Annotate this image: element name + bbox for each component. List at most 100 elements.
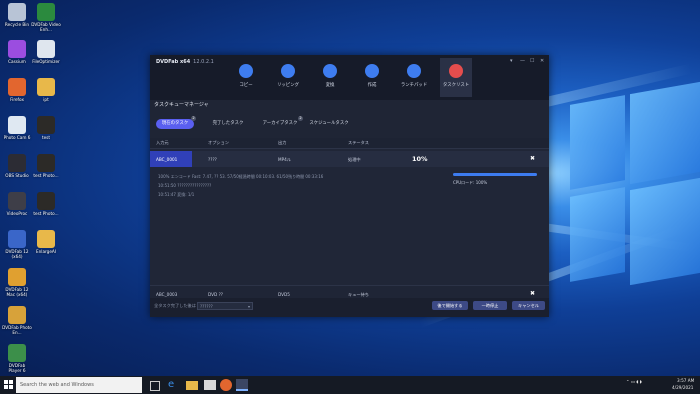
maximize-button[interactable]: ☐ [530, 58, 534, 64]
file-explorer-icon[interactable] [186, 381, 198, 390]
toolbar-ripper-tool[interactable]: リッピング [272, 64, 304, 88]
windows-start-icon[interactable] [4, 380, 14, 390]
log-line: 10:51:47 変換: 1/1 [158, 192, 195, 197]
toolbar-label: ランチパッド [400, 83, 428, 88]
test-image-shortcut[interactable]: test [31, 116, 61, 140]
launchpad-tool-icon [407, 64, 421, 78]
dvdfab-12-shortcut[interactable]: DVDFab 12 (x64) [2, 230, 32, 259]
log-line: 100% エンコード Fast: 7.47, ?? 53. 57/50経過時間 … [158, 174, 324, 179]
task-view-icon[interactable] [150, 381, 160, 391]
edge-icon[interactable]: e [168, 379, 180, 391]
menu-dropdown-button[interactable]: ▾ [510, 58, 513, 64]
fileoptimizer-shortcut[interactable]: FileOptimizer [31, 40, 61, 64]
photo-cam-shortcut[interactable]: Photo Cam 6 [2, 116, 32, 140]
cancel-button[interactable]: キャンセル [512, 301, 545, 310]
column-header-output: 出力 [278, 140, 287, 145]
store-icon[interactable] [204, 380, 216, 390]
test-photo-shortcut[interactable]: test Photo... [31, 192, 61, 216]
shortcut-label: DVDFab 12 (x64) [5, 249, 29, 259]
copy-tool-icon [239, 64, 253, 78]
toolbar-label: 変換 [325, 83, 335, 88]
dvdfab-video-enhancer-shortcut[interactable]: DVDFab Video Enh... [31, 3, 61, 32]
row-output: MP4ル [278, 157, 291, 162]
shortcut-label: Photo Cam 6 [3, 135, 31, 140]
task-progress-bar [453, 173, 537, 176]
row-source: ABC_0003 [156, 292, 178, 297]
folder-shortcut[interactable]: ipt [31, 78, 61, 102]
dvdfab-video-enhancer-icon [37, 3, 55, 21]
obs-studio-shortcut[interactable]: OBS Studio [2, 154, 32, 178]
minimize-button[interactable]: — [520, 58, 525, 64]
ripper-tool-icon [281, 64, 295, 78]
dvdfab-photo-enhancer-icon [8, 306, 26, 324]
test-photo-icon-2 [37, 192, 55, 210]
footer-bar: 全タスク完了した後は ?????? ▾ 後で開始する 一時停止 キャンセル [150, 298, 549, 317]
firefox-taskbar-icon[interactable] [220, 379, 232, 391]
shortcut-label: OBS Studio [5, 173, 29, 178]
log-line: 10:51:50 ???????????????? [158, 183, 212, 188]
enlargeai-folder-icon [37, 230, 55, 248]
remove-task-icon[interactable]: ✖ [530, 156, 535, 162]
dvdfab-taskbar-icon[interactable] [236, 379, 248, 391]
tab-label: 現在のタスク [161, 121, 189, 126]
tab-completed-tasks[interactable]: 完了したタスク [208, 119, 248, 129]
cassium-shortcut[interactable]: Cassium [2, 40, 32, 64]
task-list-tool-icon [449, 64, 463, 78]
start-later-button[interactable]: 後で開始する [432, 301, 468, 310]
clock-time[interactable]: 3:57 AM [677, 378, 694, 383]
column-header-source: 入力元 [156, 140, 169, 145]
tab-badge: 2 [191, 116, 196, 121]
videoproc-shortcut[interactable]: VideoProc [2, 192, 32, 216]
dvdfab-player-icon [8, 344, 26, 362]
remove-task-icon[interactable]: ✖ [530, 291, 535, 297]
title-bar: DVDFab x64 12.0.2.1 ▾ — ☐ ✕ コピー リッピング 変換 作成 ラ… [150, 55, 549, 100]
tab-archived-tasks[interactable]: アーカイブタスク 2 [259, 116, 303, 129]
column-header-option: オプション [208, 140, 229, 145]
clock-date[interactable]: 4/29/2021 [672, 385, 693, 390]
fileoptimizer-icon [37, 40, 55, 58]
taskbar-search-input[interactable]: Search the web and Windows [16, 377, 142, 393]
toolbar-launchpad-tool[interactable]: ランチパッド [398, 64, 430, 88]
converter-tool-icon [323, 64, 337, 78]
firefox-icon [8, 78, 26, 96]
dvdfab-12-mac-icon [8, 268, 26, 286]
toolbar-label: タスクリスト [442, 83, 470, 88]
tab-current-tasks[interactable]: 現在のタスク 2 [156, 116, 196, 129]
after-complete-select[interactable]: ?????? ▾ [197, 302, 253, 310]
recycle-bin-shortcut[interactable]: Recycle Bin [2, 3, 32, 27]
tab-scheduled-tasks[interactable]: スケジュールタスク [306, 119, 352, 129]
shortcut-label: test Photo... [33, 173, 59, 178]
table-row[interactable]: ABC_0001 ???? MP4ル 処理中 10% ✖ [150, 151, 549, 167]
shortcut-label: test [41, 135, 51, 140]
cassium-icon [8, 40, 26, 58]
row-option: ???? [208, 157, 217, 162]
pause-button[interactable]: 一時停止 [473, 301, 507, 310]
shortcut-label: test Photo... [33, 211, 59, 216]
tray-icons[interactable]: ⌃ ▭ ◖ ◗ [626, 379, 642, 384]
test-photo-shortcut[interactable]: test Photo... [31, 154, 61, 178]
toolbar-creator-tool[interactable]: 作成 [356, 64, 388, 88]
firefox-shortcut[interactable]: Firefox [2, 78, 32, 102]
app-title: DVDFab x64 12.0.2.1 [156, 59, 214, 65]
dvdfab-window: DVDFab x64 12.0.2.1 ▾ — ☐ ✕ コピー リッピング 変換 作成 ラ… [150, 55, 549, 317]
toolbar-task-list-tool[interactable]: タスクリスト [440, 58, 472, 97]
shortcut-label: DVDFab 12 Mac (x64) [5, 287, 29, 297]
shortcut-label: VideoProc [6, 211, 28, 216]
obs-studio-icon [8, 154, 26, 172]
cpu-load-label: CPUロード: 100% [453, 180, 488, 185]
dvdfab-12-mac-shortcut[interactable]: DVDFab 12 Mac (x64) [2, 268, 32, 297]
dvdfab-player-shortcut[interactable]: DVDFab Player 6 [2, 344, 32, 373]
toolbar-converter-tool[interactable]: 変換 [314, 64, 346, 88]
app-name: DVDFab x64 [156, 59, 191, 65]
test-image-icon [37, 116, 55, 134]
creator-tool-icon [365, 64, 379, 78]
column-header-status: ステータス [348, 140, 369, 145]
close-button[interactable]: ✕ [540, 58, 544, 64]
task-queue-manager-title: タスクキューマネージャ [154, 102, 209, 108]
dvdfab-photo-enhancer-shortcut[interactable]: DVDFab Photo En... [2, 306, 32, 335]
toolbar-copy-tool[interactable]: コピー [230, 64, 262, 88]
progress-fill [453, 173, 537, 176]
row-option: DVD ?? [208, 292, 224, 297]
enlargeai-folder-shortcut[interactable]: EnlargeAI [31, 230, 61, 254]
row-output: DVD5 [278, 292, 290, 297]
